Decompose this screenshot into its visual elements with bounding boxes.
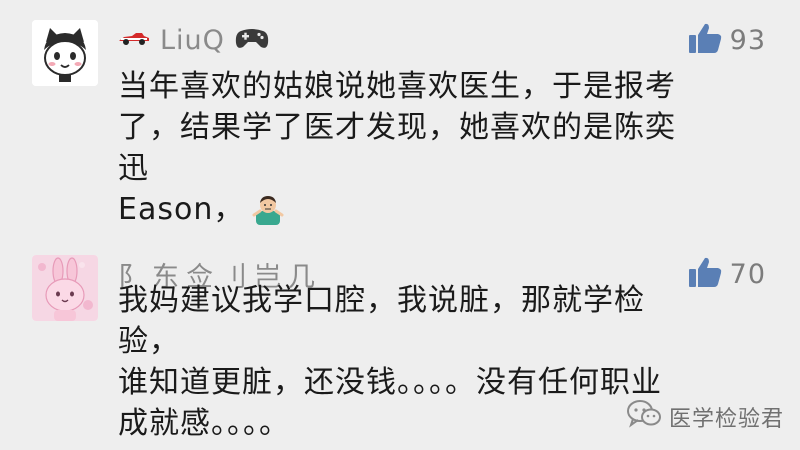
gamepad-icon [235, 25, 269, 55]
pink-bunny-avatar-icon [32, 255, 98, 321]
race-car-icon [118, 30, 150, 50]
comment-item: LiuQ 93 当年喜欢的姑娘说她喜欢医生，于是报考 了，结果学了医才发现，她喜… [0, 0, 800, 227]
avatar[interactable] [32, 255, 98, 321]
like-count: 93 [729, 24, 766, 56]
watermark: 医学检验君 [626, 400, 784, 434]
cartoon-cat-avatar-icon [32, 20, 98, 86]
username-row: LiuQ [118, 22, 269, 58]
like-button[interactable]: 70 [688, 256, 766, 292]
like-count: 70 [729, 258, 766, 290]
thumbs-up-icon [688, 256, 722, 292]
comment-text: 当年喜欢的姑娘说她喜欢医生，于是报考 了，结果学了医才发现，她喜欢的是陈奕迅 E… [118, 66, 678, 236]
comment-body: 当年喜欢的姑娘说她喜欢医生，于是报考 了，结果学了医才发现，她喜欢的是陈奕迅 E… [118, 69, 676, 227]
watermark-text: 医学检验君 [668, 407, 784, 432]
thumbs-up-icon [688, 22, 722, 58]
wechat-icon [626, 400, 661, 434]
avatar[interactable] [32, 20, 98, 86]
comment-text: 我妈建议我学口腔，我说脏，那就学检验， 谁知道更脏，还没钱。。。。没有任何职业 … [118, 283, 662, 441]
like-button[interactable]: 93 [688, 22, 766, 58]
username[interactable]: LiuQ [160, 25, 225, 56]
